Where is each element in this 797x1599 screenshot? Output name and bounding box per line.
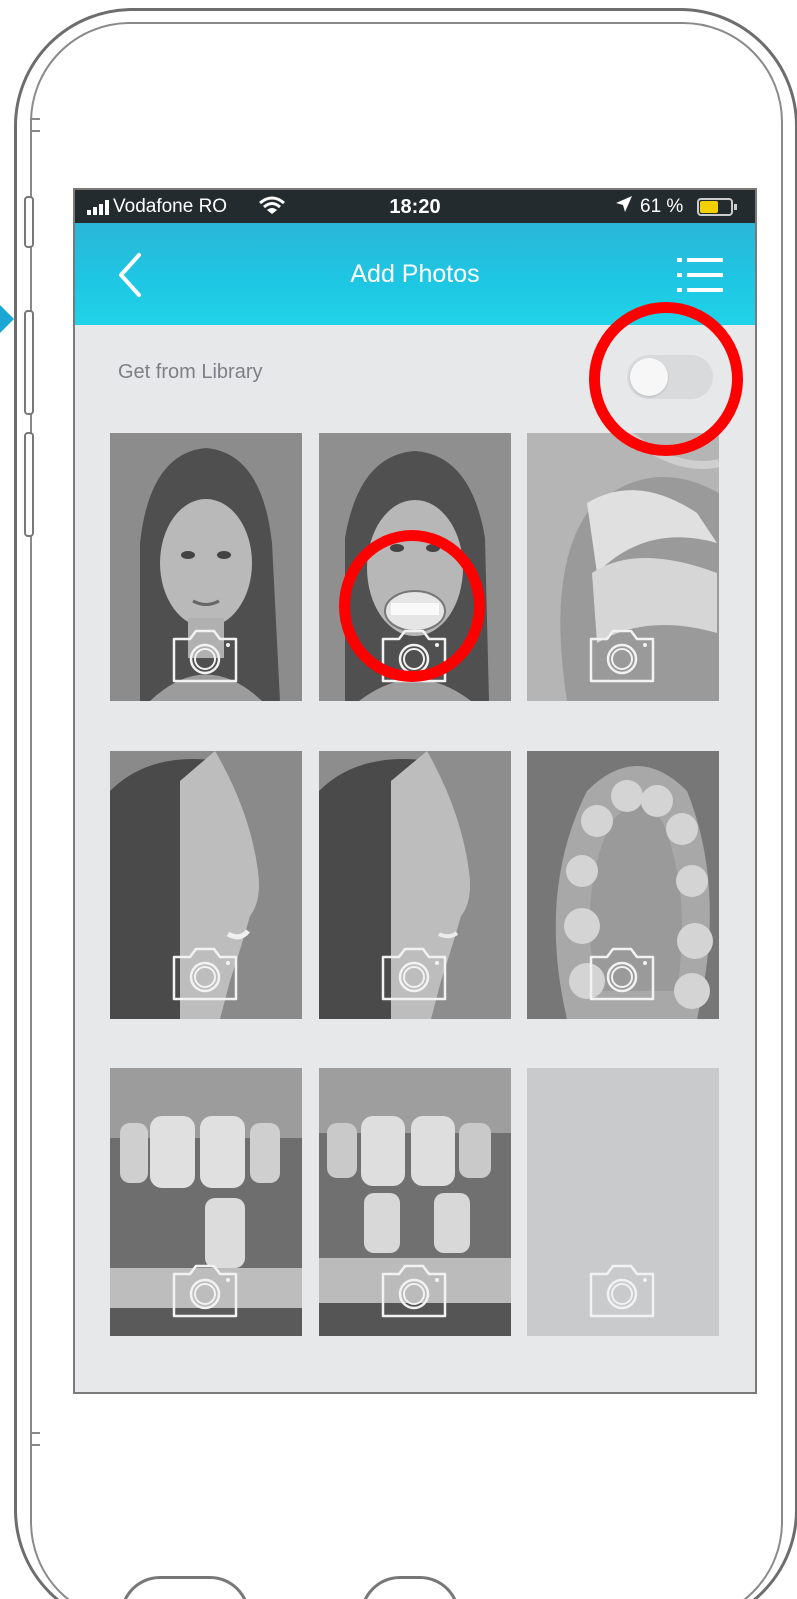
list-menu-icon[interactable] (675, 255, 725, 295)
camera-icon (589, 1264, 655, 1318)
battery-percentage: 61 % (640, 196, 684, 217)
photo-slot-occlusal[interactable] (527, 751, 719, 1019)
location-arrow-icon (615, 195, 633, 218)
photo-slot-empty[interactable] (527, 1068, 719, 1336)
antenna-line (30, 1432, 40, 1446)
page-title: Add Photos (350, 260, 480, 288)
battery-icon (697, 198, 737, 216)
photo-slot-profile-smile[interactable] (110, 751, 302, 1019)
photo-slot-shade-double[interactable] (319, 1068, 511, 1336)
camera-icon (381, 947, 447, 1001)
photo-slot-face-frontal[interactable] (110, 433, 302, 701)
annotation-circle-toggle (589, 302, 743, 456)
camera-icon (589, 947, 655, 1001)
camera-icon (589, 629, 655, 683)
photo-slot-intraoral-lateral[interactable] (527, 433, 719, 701)
camera-icon (172, 1264, 238, 1318)
get-from-library-label: Get from Library (118, 361, 263, 383)
camera-icon (172, 947, 238, 1001)
status-bar: Vodafone RO 18:20 61 % (75, 190, 755, 223)
volume-down-button (24, 432, 34, 537)
volume-up-button (24, 310, 34, 415)
pointer-arrow-icon (0, 305, 14, 333)
camera-icon (172, 629, 238, 683)
antenna-line (30, 118, 40, 132)
photo-slot-shade-single[interactable] (110, 1068, 302, 1336)
camera-icon (381, 1264, 447, 1318)
photo-slot-profile[interactable] (319, 751, 511, 1019)
mute-switch (24, 196, 34, 248)
battery-fill (700, 201, 718, 213)
annotation-circle-photo (339, 530, 485, 682)
